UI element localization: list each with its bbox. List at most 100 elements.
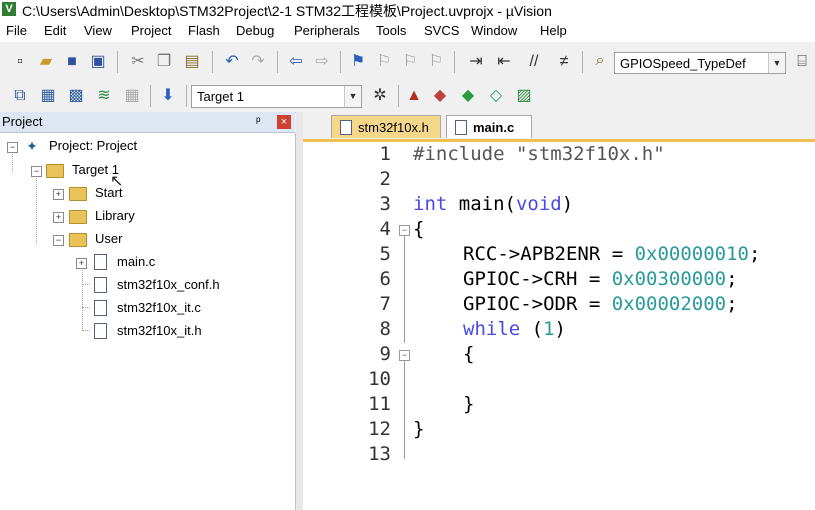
punctuation: ; [748, 243, 761, 265]
hex-literal: 0x00000010 [634, 243, 749, 265]
line-number: 4 [379, 218, 391, 240]
expand-toggle[interactable]: + [76, 258, 87, 269]
chevron-down-icon[interactable]: ▼ [768, 53, 785, 73]
menu-project[interactable]: Project [131, 23, 171, 38]
build-icon[interactable]: ▦ [38, 86, 58, 106]
new-file-icon[interactable]: ▫ [10, 52, 30, 72]
punctuation: ; [726, 293, 738, 315]
menu-flash[interactable]: Flash [188, 23, 220, 38]
tree-connector [82, 307, 90, 308]
code-line-3: int main(void) [413, 193, 573, 215]
line-number: 5 [379, 243, 391, 265]
punctuation: ( [520, 318, 544, 340]
clear-bookmarks-icon[interactable]: ⚐ [426, 52, 446, 72]
next-bookmark-icon[interactable]: ⚐ [400, 52, 420, 72]
tab-main-c[interactable]: main.c [446, 115, 532, 138]
toolbar-separator [582, 51, 583, 73]
line-number-gutter: 1 2 3 4 5 6 7 8 9 10 11 12 13 [303, 142, 391, 510]
select-packs-icon[interactable]: ◆ [458, 86, 478, 106]
expand-toggle[interactable]: + [53, 189, 64, 200]
save-all-icon[interactable]: ▣ [88, 52, 108, 72]
download-icon[interactable]: ⬇ [158, 86, 178, 106]
keyword: void [515, 193, 562, 215]
insert-bookmark-icon[interactable]: ⚑ [348, 52, 368, 72]
find-combo-value: GPIOSpeed_TypeDef [620, 56, 746, 71]
indent-icon[interactable]: ⇥ [466, 52, 486, 72]
fold-toggle[interactable]: − [399, 225, 410, 236]
component-icon[interactable]: ▨ [514, 86, 534, 106]
keyword: int [413, 193, 448, 215]
punctuation: ) [554, 318, 566, 340]
redo-icon[interactable]: ↷ [248, 52, 268, 72]
menu-svcs[interactable]: SVCS [424, 23, 459, 38]
find-combo[interactable]: GPIOSpeed_TypeDef ▼ [614, 52, 786, 74]
undo-icon[interactable]: ↶ [222, 52, 242, 72]
tree-project-root[interactable]: Project: Project [49, 138, 137, 153]
collapse-toggle[interactable]: − [31, 166, 42, 177]
menu-help[interactable]: Help [540, 23, 567, 38]
navigate-forward-icon[interactable]: ⇨ [312, 52, 332, 72]
tab-stm32f10x-h[interactable]: stm32f10x.h [331, 115, 441, 138]
collapse-toggle[interactable]: − [53, 235, 64, 246]
tree-connector [82, 330, 90, 331]
uncomment-icon[interactable]: ≠ [554, 52, 574, 72]
comment-icon[interactable]: // [524, 52, 544, 72]
tree-connector [82, 267, 83, 331]
menu-peripherals[interactable]: Peripherals [294, 23, 360, 38]
menu-tools[interactable]: Tools [376, 23, 406, 38]
menu-window[interactable]: Window [471, 23, 517, 38]
navigate-back-icon[interactable]: ⇦ [286, 52, 306, 72]
close-icon[interactable]: × [277, 115, 291, 129]
stop-build-icon[interactable]: ▦ [122, 86, 142, 106]
save-icon[interactable]: ■ [62, 52, 82, 72]
copy-icon[interactable]: ❐ [154, 52, 174, 72]
panel-splitter[interactable] [296, 112, 303, 510]
tree-group-library[interactable]: Library [95, 208, 135, 223]
tree-file-stm32f10x-it-c[interactable]: stm32f10x_it.c [117, 300, 201, 315]
menu-debug[interactable]: Debug [236, 23, 274, 38]
find-icon[interactable]: ⌸ [792, 52, 812, 72]
chevron-down-icon[interactable]: ▼ [344, 86, 361, 107]
target-options-icon[interactable]: ✲ [370, 86, 390, 106]
line-number: 9 [379, 343, 391, 365]
pin-icon[interactable]: ᵖ [256, 114, 261, 128]
window-title: C:\Users\Admin\Desktop\STM32Project\2-1 … [22, 3, 552, 19]
file-icon [455, 120, 467, 135]
file-icon [340, 120, 352, 135]
build-toolbar: ⧉ ▦ ▩ ≋ ▦ ⬇ Target 1 ▼ ✲ ▲ ◆ ◆ ◇ ▨ [0, 80, 815, 113]
file-extensions-icon[interactable]: ▲ [404, 86, 424, 106]
menu-edit[interactable]: Edit [44, 23, 66, 38]
tab-label: main.c [473, 120, 515, 135]
line-number: 12 [368, 418, 391, 440]
tree-file-stm32f10x-conf-h[interactable]: stm32f10x_conf.h [117, 277, 220, 292]
code-editor[interactable]: 1 2 3 4 5 6 7 8 9 10 11 12 13 − − #inclu… [303, 142, 815, 510]
collapse-toggle[interactable]: − [7, 142, 18, 153]
tree-file-main-c[interactable]: main.c [117, 254, 155, 269]
tree-file-stm32f10x-it-h[interactable]: stm32f10x_it.h [117, 323, 202, 338]
fold-toggle[interactable]: − [399, 350, 410, 361]
project-icon: ✦ [26, 138, 38, 154]
file-icon [94, 300, 107, 316]
manage-run-time-environment-icon[interactable]: ◆ [430, 86, 450, 106]
rebuild-icon[interactable]: ▩ [66, 86, 86, 106]
tree-group-user[interactable]: User [95, 231, 122, 246]
toolbar-separator [398, 85, 399, 107]
toolbar-separator [186, 85, 187, 107]
pack-installer-icon[interactable]: ◇ [486, 86, 506, 106]
line-number: 1 [379, 143, 391, 165]
target-combo[interactable]: Target 1 ▼ [191, 85, 362, 108]
batch-build-icon[interactable]: ≋ [94, 86, 114, 106]
unindent-icon[interactable]: ⇤ [494, 52, 514, 72]
previous-bookmark-icon[interactable]: ⚐ [374, 52, 394, 72]
open-folder-icon[interactable]: ▰ [36, 52, 56, 72]
find-in-files-icon[interactable]: ⌕ [590, 51, 610, 71]
tree-connector [12, 151, 13, 171]
code-line-6: GPIOC->CRH = 0x00300000; [463, 268, 738, 290]
menu-view[interactable]: View [84, 23, 112, 38]
cut-icon[interactable]: ✂ [128, 52, 148, 72]
target-combo-value: Target 1 [197, 89, 244, 104]
expand-toggle[interactable]: + [53, 212, 64, 223]
translate-icon[interactable]: ⧉ [10, 86, 30, 106]
menu-file[interactable]: File [6, 23, 27, 38]
paste-icon[interactable]: ▤ [182, 52, 202, 72]
